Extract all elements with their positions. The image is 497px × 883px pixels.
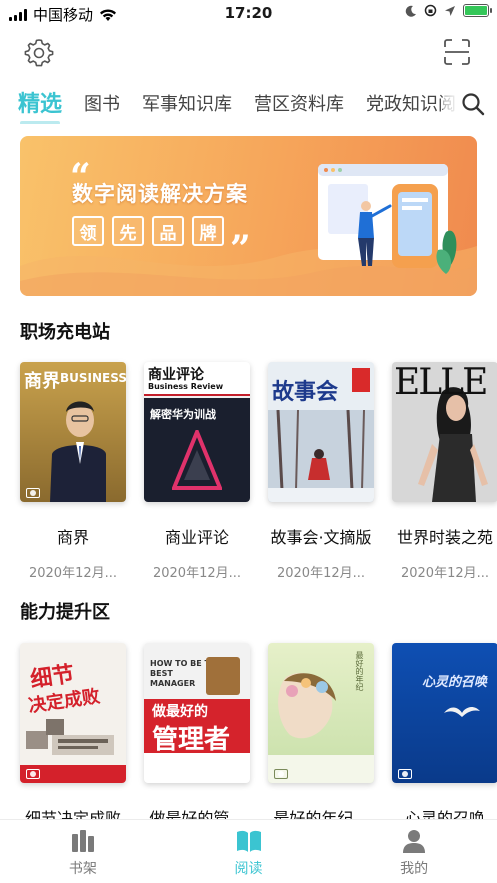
cover-bird-art — [444, 707, 480, 717]
scan-icon[interactable] — [444, 39, 470, 65]
banner-chip: 牌 — [192, 216, 224, 246]
bookshelf-icon — [71, 830, 94, 852]
book-cover[interactable]: HOW TO BE THE BEST MANAGER 做最好的 管理者 — [144, 643, 250, 783]
banner-chips: 领 先 品 牌 — [72, 216, 224, 246]
tab-military-knowledge[interactable]: 军事知识库 — [142, 90, 232, 120]
cover-blocks-art — [26, 719, 114, 755]
cover-title-line2: 管理者 — [152, 725, 231, 755]
promo-banner[interactable]: “ 数字阅读解决方案 领 先 品 牌 ” — [20, 136, 477, 296]
person-icon — [403, 830, 426, 853]
cover-face-illustration — [278, 672, 336, 739]
open-book-icon — [236, 830, 261, 852]
cover-triangle-art — [172, 430, 222, 490]
book-item[interactable]: 心灵的召唤 心灵的召唤 — [392, 643, 497, 829]
tab-books[interactable]: 图书 — [84, 90, 120, 120]
section-title-ability: 能力提升区 — [20, 602, 110, 623]
top-bar — [0, 30, 497, 74]
book-cover[interactable]: 心灵的召唤 — [392, 643, 497, 783]
cover-masthead: 商业评论 — [148, 367, 204, 383]
cover-red-tag — [352, 368, 370, 392]
category-tabs: 精选 图书 军事知识库 营区资料库 党政知识阅 — [0, 84, 497, 124]
cover-badge-icon — [398, 769, 412, 779]
book-item[interactable]: 商业评论 Business Review 解密华为训战 商业评论 2020年12… — [144, 362, 250, 581]
cover-title: 心灵的召唤 — [422, 675, 488, 690]
book-title: 世界时装之苑 — [396, 528, 493, 547]
tab-camp-resources[interactable]: 营区资料库 — [254, 90, 344, 120]
banner-chip: 先 — [112, 216, 144, 246]
cover-vertical-text: 最好的年纪 — [355, 651, 364, 691]
rotation-lock-icon — [424, 4, 437, 17]
cover-badge-icon — [26, 488, 40, 498]
book-cover[interactable]: ELLE — [392, 362, 497, 502]
book-item[interactable]: 故事会 故事会·文摘版 2020年12月... — [268, 362, 374, 581]
banner-chip: 品 — [152, 216, 184, 246]
book-item[interactable]: 最好的年纪 最好的年纪... — [268, 643, 374, 829]
status-bar: 中国移动 17:20 — [0, 0, 497, 26]
bottom-navigation: 书架 阅读 我的 — [0, 819, 497, 883]
book-cover[interactable]: 商界 BUSINESS — [20, 362, 126, 502]
cover-title-line1: 做最好的 — [152, 704, 208, 720]
cover-subtitle: Business Review — [148, 382, 224, 391]
banner-illustration — [318, 164, 457, 274]
banner-chip: 领 — [72, 216, 104, 246]
cover-bucket-art — [206, 657, 240, 695]
book-date: 2020年12月... — [276, 566, 366, 581]
book-date: 2020年12月... — [400, 566, 490, 581]
tab-jingxuan[interactable]: 精选 — [18, 90, 62, 124]
search-icon — [462, 93, 485, 116]
book-date: 2020年12月... — [28, 566, 118, 581]
book-item[interactable]: 细节 决定成败 细节决定成败 — [20, 643, 126, 829]
nav-label: 书架 — [68, 861, 97, 877]
battery-icon — [463, 4, 492, 17]
book-item[interactable]: 商界 BUSINESS 商界 2020年12月... — [20, 362, 126, 581]
cover-headline: 解密华为训战 — [150, 408, 216, 421]
banner-title: 数字阅读解决方案 — [72, 182, 248, 206]
moon-icon — [405, 5, 416, 17]
nav-mine[interactable]: 我的 — [331, 820, 497, 883]
location-icon — [445, 5, 455, 16]
cover-portrait — [50, 401, 106, 502]
quote-close-icon: ” — [230, 228, 251, 270]
book-item[interactable]: ELLE 世界时装之苑 2020年12月... — [392, 362, 497, 581]
section-title-career: 职场充电站 — [20, 322, 110, 343]
cover-masthead: 商界 — [24, 371, 60, 392]
book-cover[interactable]: 最好的年纪 — [268, 643, 374, 783]
nav-label: 阅读 — [234, 861, 263, 877]
book-title: 商界 — [56, 528, 89, 547]
book-cover[interactable]: 细节 决定成败 — [20, 643, 126, 783]
book-title: 故事会·文摘版 — [270, 528, 372, 547]
book-title: 商业评论 — [164, 528, 229, 547]
cover-masthead: 故事会 — [272, 379, 339, 405]
cover-masthead: ELLE — [394, 362, 488, 403]
cover-subtitle: BUSINESS — [60, 371, 126, 385]
book-cover[interactable]: 商业评论 Business Review 解密华为训战 — [144, 362, 250, 502]
cover-badge-icon — [26, 769, 40, 779]
nav-bookshelf[interactable]: 书架 — [0, 820, 166, 883]
status-right — [405, 4, 492, 17]
book-date: 2020年12月... — [152, 566, 242, 581]
cover-badge-icon — [274, 769, 288, 779]
book-cover[interactable]: 故事会 — [268, 362, 374, 502]
cover-winter-scene — [268, 410, 374, 502]
nav-reading[interactable]: 阅读 — [166, 820, 332, 883]
book-item[interactable]: HOW TO BE THEBESTMANAGER 做最好的 管理者 做最好的管.… — [144, 643, 250, 829]
nav-label: 我的 — [400, 861, 429, 877]
gear-icon[interactable] — [24, 37, 54, 67]
search-button[interactable] — [443, 84, 497, 124]
